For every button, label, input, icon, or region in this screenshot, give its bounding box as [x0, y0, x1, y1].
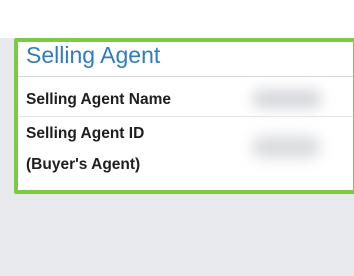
selling-agent-name-label: Selling Agent Name — [26, 91, 171, 108]
title-divider — [14, 76, 354, 77]
selling-agent-id-label-line2: (Buyer's Agent) — [26, 156, 141, 173]
selling-agent-id-label-line1: Selling Agent ID — [26, 125, 145, 142]
section-title: Selling Agent — [26, 42, 161, 68]
row-divider — [14, 116, 354, 117]
selling-agent-panel: Selling Agent Selling Agent Name Selling… — [14, 38, 354, 190]
top-strip — [0, 0, 354, 38]
selling-agent-id-label: Selling Agent ID (Buyer's Agent) — [26, 118, 144, 180]
selling-agent-id-value-redacted — [252, 136, 320, 158]
selling-agent-name-value-redacted — [252, 90, 322, 108]
